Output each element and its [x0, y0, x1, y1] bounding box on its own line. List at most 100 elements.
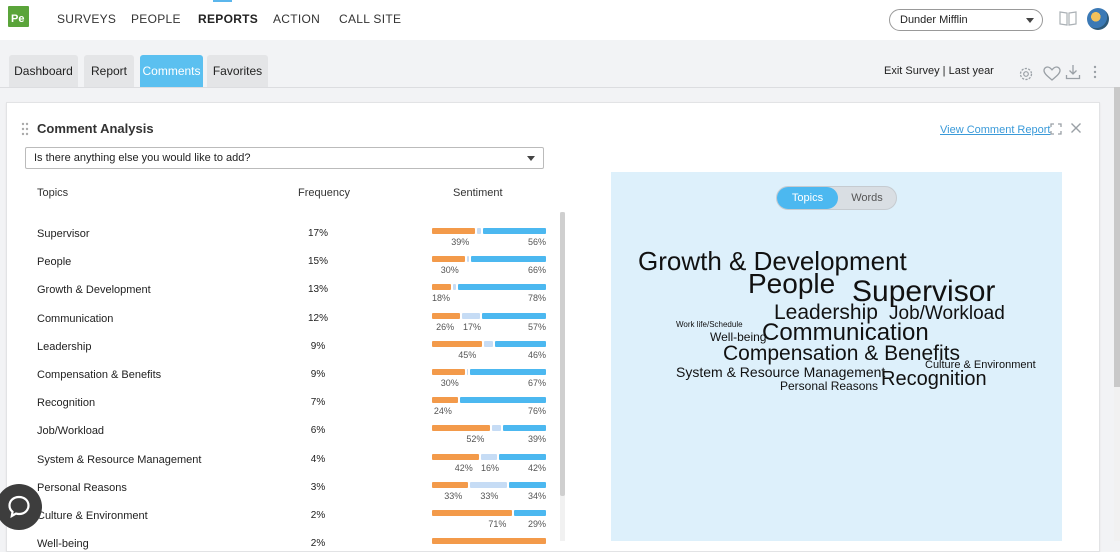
sentiment-positive-segment[interactable]	[514, 510, 546, 516]
sentiment-negative-segment[interactable]	[432, 369, 465, 375]
sentiment-bar[interactable]	[432, 228, 548, 234]
cloud-word[interactable]: Work life/Schedule	[676, 321, 743, 329]
app-logo[interactable]: Pe	[8, 6, 29, 27]
sentiment-neutral-segment[interactable]	[484, 341, 493, 347]
drag-handle-icon[interactable]	[21, 122, 29, 136]
sentiment-negative-segment[interactable]	[432, 284, 451, 290]
sentiment-positive-segment[interactable]	[508, 482, 546, 488]
column-header-topics: Topics	[37, 187, 69, 199]
user-avatar[interactable]	[1087, 8, 1109, 30]
topic-label[interactable]: Leadership	[37, 341, 91, 353]
expand-icon[interactable]	[1050, 123, 1062, 135]
cloud-word[interactable]: Recognition	[881, 369, 987, 389]
topic-label[interactable]: System & Resource Management	[37, 454, 201, 466]
question-select[interactable]: Is there anything else you would like to…	[25, 147, 544, 169]
sentiment-neutral-segment[interactable]	[480, 454, 498, 460]
view-comment-report-link[interactable]: View Comment Report	[940, 124, 1050, 136]
sentiment-bar[interactable]	[432, 397, 548, 403]
book-icon[interactable]	[1059, 10, 1077, 26]
topic-label[interactable]: People	[37, 256, 71, 268]
settings-icon[interactable]	[1018, 66, 1034, 82]
sentiment-positive-segment[interactable]	[481, 313, 546, 319]
cloud-mode-toggle[interactable]: Topics Words	[776, 186, 897, 210]
sentiment-percent-label: 46%	[528, 350, 547, 360]
sentiment-positive-segment[interactable]	[483, 228, 546, 234]
topic-label[interactable]: Job/Workload	[37, 425, 104, 437]
column-header-sentiment: Sentiment	[453, 187, 503, 199]
sentiment-bar[interactable]	[432, 425, 548, 431]
topic-label[interactable]: Well-being	[37, 538, 89, 550]
sentiment-percent-label: 26%	[436, 322, 455, 332]
sentiment-neutral-segment[interactable]	[477, 228, 482, 234]
sentiment-bar[interactable]	[432, 284, 548, 290]
sentiment-bar[interactable]	[432, 454, 548, 460]
sentiment-neutral-segment[interactable]	[466, 369, 469, 375]
sentiment-neutral-segment[interactable]	[470, 482, 507, 488]
cloud-word[interactable]: Personal Reasons	[780, 380, 878, 392]
table-scrollbar-thumb[interactable]	[560, 212, 565, 496]
card-title: Comment Analysis	[37, 121, 154, 136]
sentiment-neutral-segment[interactable]	[492, 425, 501, 431]
tab-dashboard[interactable]: Dashboard	[9, 55, 78, 87]
sentiment-bar[interactable]	[432, 482, 548, 488]
nav-action[interactable]: ACTION	[273, 12, 320, 26]
download-icon[interactable]	[1065, 64, 1081, 80]
topic-label[interactable]: Personal Reasons	[37, 482, 127, 494]
topic-label[interactable]: Supervisor	[37, 228, 90, 240]
sentiment-neutral-segment[interactable]	[466, 256, 470, 262]
question-select-value: Is there anything else you would like to…	[34, 152, 251, 164]
sentiment-bar[interactable]	[432, 341, 548, 347]
sentiment-positive-segment[interactable]	[499, 454, 546, 460]
tab-comments[interactable]: Comments	[140, 55, 203, 87]
sentiment-percent-label: 71%	[488, 519, 507, 529]
topic-label[interactable]: Culture & Environment	[37, 510, 148, 522]
nav-reports[interactable]: REPORTS	[198, 12, 258, 26]
cloud-word[interactable]: People	[748, 270, 835, 298]
tab-favorites[interactable]: Favorites	[207, 55, 268, 87]
sentiment-negative-segment[interactable]	[432, 510, 513, 516]
frequency-value: 15%	[307, 256, 328, 267]
toggle-words[interactable]: Words	[838, 187, 896, 209]
sentiment-bar[interactable]	[432, 256, 548, 262]
tab-report[interactable]: Report	[84, 55, 134, 87]
sentiment-positive-segment[interactable]	[471, 256, 546, 262]
topic-label[interactable]: Growth & Development	[37, 284, 151, 296]
sentiment-percent-label: 29%	[528, 519, 547, 529]
sentiment-neutral-segment[interactable]	[462, 313, 480, 319]
nav-surveys[interactable]: SURVEYS	[57, 12, 116, 26]
sentiment-positive-segment[interactable]	[470, 369, 546, 375]
sentiment-positive-segment[interactable]	[457, 284, 546, 290]
sentiment-negative-segment[interactable]	[432, 482, 469, 488]
sentiment-negative-segment[interactable]	[432, 341, 483, 347]
nav-people[interactable]: PEOPLE	[131, 12, 181, 26]
sentiment-negative-segment[interactable]	[432, 256, 465, 262]
topic-label[interactable]: Communication	[37, 313, 113, 325]
frequency-value: 12%	[307, 313, 328, 324]
sentiment-negative-segment[interactable]	[432, 425, 491, 431]
more-vertical-icon[interactable]	[1090, 64, 1100, 80]
sentiment-bar[interactable]	[432, 369, 548, 375]
sentiment-negative-segment[interactable]	[432, 228, 476, 234]
sentiment-bar[interactable]	[432, 538, 548, 544]
sentiment-positive-segment[interactable]	[459, 397, 546, 403]
page-scrollbar-thumb[interactable]	[1114, 87, 1120, 387]
sentiment-negative-segment[interactable]	[432, 313, 461, 319]
sentiment-negative-segment[interactable]	[432, 397, 458, 403]
close-icon[interactable]	[1070, 122, 1082, 134]
company-select[interactable]: Dunder Mifflin	[889, 9, 1043, 31]
topic-label[interactable]: Compensation & Benefits	[37, 369, 161, 381]
nav-call-site[interactable]: CALL SITE	[339, 12, 401, 26]
sentiment-negative-segment[interactable]	[432, 454, 479, 460]
sentiment-positive-segment[interactable]	[494, 341, 546, 347]
cloud-word[interactable]: System & Resource Management	[676, 365, 885, 379]
topic-label[interactable]: Recognition	[37, 397, 95, 409]
sentiment-bar[interactable]	[432, 313, 548, 319]
sentiment-positive-segment[interactable]	[502, 425, 546, 431]
sentiment-bar[interactable]	[432, 510, 548, 516]
sentiment-percent-label: 42%	[528, 463, 547, 473]
frequency-value: 3%	[310, 482, 326, 493]
toggle-topics[interactable]: Topics	[777, 187, 838, 209]
favorite-heart-icon[interactable]	[1043, 66, 1061, 82]
sentiment-negative-segment[interactable]	[432, 538, 546, 544]
sentiment-neutral-segment[interactable]	[452, 284, 456, 290]
